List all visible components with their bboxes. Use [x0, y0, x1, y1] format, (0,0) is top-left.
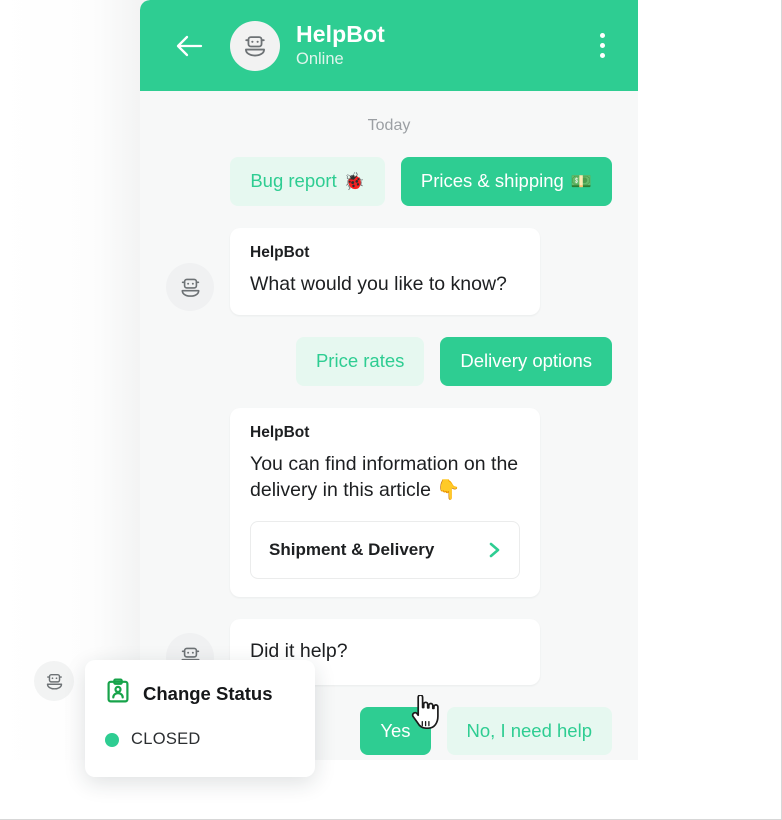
banknote-icon: 💵 [570, 172, 592, 191]
feedback-yes-button[interactable]: Yes [360, 706, 431, 756]
feedback-label: No, I need help [466, 719, 592, 741]
message-sender: HelpBot [250, 423, 310, 441]
menu-dot [599, 33, 605, 38]
more-vertical-icon[interactable] [588, 28, 616, 64]
robot-avatar-icon [166, 263, 214, 312]
message-sender: HelpBot [250, 243, 310, 261]
header-text-group: HelpBot Online [296, 21, 385, 69]
message-text: You can find information on the delivery… [250, 452, 519, 501]
message-row-1: HelpBot What would you like to know? [166, 227, 612, 316]
status-dot-icon [105, 732, 119, 747]
screenshot-stage: HelpBot Online Today Bug report 🐞 Prices … [0, 0, 782, 820]
status-badge: Online [296, 50, 344, 69]
robot-avatar-icon [34, 661, 74, 701]
message-bubble: HelpBot What would you like to know? [230, 227, 540, 316]
feedback-label: Yes [380, 719, 411, 741]
article-title: Shipment & Delivery [269, 539, 435, 559]
quick-reply-row-2: Price rates Delivery options [166, 337, 612, 386]
feedback-need-help-button[interactable]: No, I need help [446, 706, 612, 756]
change-status-popup[interactable]: Change Status CLOSED [85, 660, 315, 777]
change-status-title: Change Status [143, 682, 273, 704]
status-value: CLOSED [131, 730, 201, 748]
quick-reply-row-1: Bug report 🐞 Prices & shipping 💵 [166, 157, 612, 206]
quick-reply-label: Prices & shipping [420, 170, 564, 191]
avatar-spacer [166, 545, 214, 593]
article-link-card[interactable]: Shipment & Delivery [250, 520, 520, 579]
quick-reply-label: Price rates [315, 350, 405, 372]
chat-header: HelpBot Online [140, 0, 638, 91]
arrow-left-icon[interactable] [174, 31, 204, 61]
page-title: HelpBot [296, 21, 385, 48]
quick-reply-price-rates[interactable]: Price rates [295, 337, 425, 386]
day-divider: Today [367, 117, 411, 134]
quick-reply-label: Bug report [250, 170, 337, 191]
change-status-header: Change Status [105, 678, 295, 709]
message-row-2: HelpBot You can find information on the … [166, 407, 612, 597]
quick-reply-label: Delivery options [460, 350, 592, 372]
quick-reply-bug-report[interactable]: Bug report 🐞 [230, 157, 385, 206]
menu-dot [599, 43, 605, 48]
chat-window: HelpBot Online Today Bug report 🐞 Prices … [140, 0, 638, 760]
message-text: What would you like to know? [250, 272, 507, 295]
menu-dot [599, 53, 605, 58]
message-bubble: HelpBot You can find information on the … [230, 407, 540, 597]
ladybug-icon: 🐞 [343, 172, 365, 191]
chevron-right-icon [487, 540, 503, 560]
quick-reply-prices-shipping[interactable]: Prices & shipping 💵 [400, 157, 612, 206]
robot-avatar-icon [230, 20, 280, 71]
quick-reply-delivery-options[interactable]: Delivery options [440, 337, 612, 386]
id-badge-icon [105, 678, 131, 709]
status-value-row[interactable]: CLOSED [105, 730, 295, 749]
